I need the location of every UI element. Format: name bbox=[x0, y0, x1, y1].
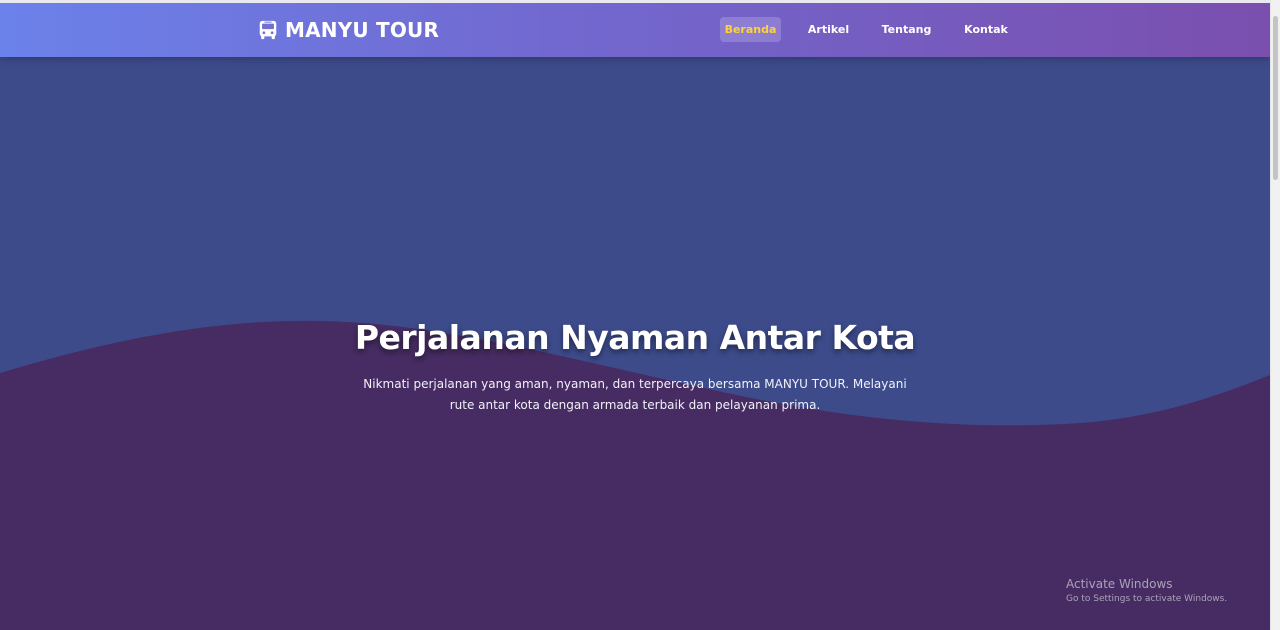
vertical-scrollbar[interactable] bbox=[1270, 0, 1280, 630]
watermark-title: Activate Windows bbox=[1066, 577, 1173, 591]
scrollbar-thumb[interactable] bbox=[1273, 16, 1278, 180]
nav-item-beranda[interactable]: Beranda bbox=[720, 17, 781, 42]
navbar: MANYU TOUR Beranda Artikel Tentang Konta… bbox=[0, 3, 1270, 57]
main-nav: Beranda Artikel Tentang Kontak bbox=[0, 17, 1270, 42]
page: MANYU TOUR Beranda Artikel Tentang Konta… bbox=[0, 3, 1270, 630]
hero-section: Perjalanan Nyaman Antar Kota Nikmati per… bbox=[0, 57, 1270, 630]
nav-item-artikel[interactable]: Artikel bbox=[801, 17, 856, 42]
watermark-subtitle: Go to Settings to activate Windows. bbox=[1066, 594, 1228, 604]
hero-title: Perjalanan Nyaman Antar Kota bbox=[354, 318, 916, 357]
nav-item-kontak[interactable]: Kontak bbox=[957, 17, 1015, 42]
windows-activation-watermark: Activate Windows Go to Settings to activ… bbox=[1066, 576, 1227, 606]
browser-viewport: MANYU TOUR Beranda Artikel Tentang Konta… bbox=[0, 0, 1280, 630]
hero-content: Perjalanan Nyaman Antar Kota Nikmati per… bbox=[335, 316, 935, 416]
hero-subtitle: Nikmati perjalanan yang aman, nyaman, da… bbox=[363, 377, 907, 412]
nav-item-tentang[interactable]: Tentang bbox=[876, 17, 937, 42]
